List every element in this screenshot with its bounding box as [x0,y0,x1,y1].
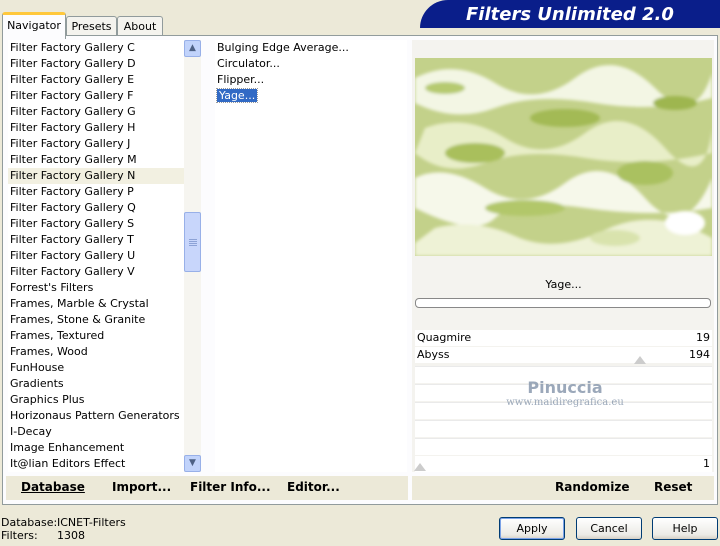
filter-item[interactable]: Yage... [215,88,407,104]
category-item[interactable]: Filter Factory Gallery Q [8,200,184,216]
database-button[interactable]: Database [21,480,85,494]
preview-image [415,58,712,256]
category-scrollbar[interactable]: ▲ ▼ [184,40,201,472]
slider-value: 19 [696,331,710,344]
slider-label: Quagmire [417,331,472,344]
category-item[interactable]: Filter Factory Gallery S [8,216,184,232]
filters-count-label: Filters: [1,529,38,542]
category-item[interactable]: It@lian Editors Effect [8,456,184,472]
category-item[interactable]: Forrest's Filters [8,280,184,296]
cancel-button[interactable]: Cancel [576,517,642,540]
tab-presets[interactable]: Presets [66,16,117,36]
watermark: Pinuccia www.maidiregrafica.eu [500,378,630,408]
filters-count-value: 1308 [57,529,85,542]
category-item[interactable]: Filter Factory Gallery E [8,72,184,88]
filter-info-button[interactable]: Filter Info... [190,480,271,494]
category-item[interactable]: Graphics Plus [8,392,184,408]
database-label: Database: [1,516,58,529]
slider-quagmire[interactable]: Quagmire 19 [415,330,712,346]
randomize-button[interactable]: Randomize [555,480,629,494]
filter-item[interactable]: Bulging Edge Average... [215,40,407,56]
category-item[interactable]: Filter Factory Gallery N [8,168,184,184]
category-item[interactable]: Filter Factory Gallery T [8,232,184,248]
slider-thumb-icon[interactable] [634,356,646,364]
category-item[interactable]: Filter Factory Gallery P [8,184,184,200]
editor-button[interactable]: Editor... [287,480,340,494]
category-item[interactable]: Image Enhancement [8,440,184,456]
watermark-line1: Pinuccia [527,378,603,397]
category-item[interactable]: Filter Factory Gallery U [8,248,184,264]
slider-empty[interactable] [415,438,712,455]
scroll-thumb[interactable] [184,212,201,272]
category-item[interactable]: Filter Factory Gallery G [8,104,184,120]
category-item[interactable]: Filter Factory Gallery H [8,120,184,136]
slider-value: 194 [689,348,710,361]
tab-about[interactable]: About [117,16,163,36]
progress-bar [415,298,711,308]
preview-filter-name: Yage... [545,278,582,291]
category-item[interactable]: Horizonaus Pattern Generators [8,408,184,424]
database-value: ICNET-Filters [57,516,126,529]
preview-texture [415,58,712,256]
category-item[interactable]: Filter Factory Gallery C [8,40,184,56]
category-list[interactable]: Filter Factory Gallery C Filter Factory G… [8,40,184,472]
category-item[interactable]: Filter Factory Gallery V [8,264,184,280]
category-item[interactable]: Filter Factory Gallery D [8,56,184,72]
category-item[interactable]: Filter Factory Gallery F [8,88,184,104]
slider-value: 1 [703,457,710,470]
watermark-line2: www.maidiregrafica.eu [506,397,624,408]
category-item[interactable]: Frames, Stone & Granite [8,312,184,328]
filter-list[interactable]: Bulging Edge Average... Circulator... Flip… [215,40,407,472]
category-item[interactable]: Frames, Textured [8,328,184,344]
category-item[interactable]: Filter Factory Gallery J [8,136,184,152]
tab-navigator[interactable]: Navigator [2,12,66,39]
category-item[interactable]: FunHouse [8,360,184,376]
category-item[interactable]: I-Decay [8,424,184,440]
slider-label: Abyss [417,348,450,361]
reset-button[interactable]: Reset [654,480,692,494]
filter-item[interactable]: Circulator... [215,56,407,72]
filter-item[interactable]: Flipper... [215,72,407,88]
apply-button[interactable]: Apply [499,517,565,540]
slider-empty[interactable] [415,420,712,437]
slider-abyss[interactable]: Abyss 194 [415,347,712,363]
scroll-up-icon[interactable]: ▲ [184,40,201,57]
import-button[interactable]: Import... [112,480,171,494]
help-button[interactable]: Help [652,517,718,540]
category-item[interactable]: Frames, Marble & Crystal [8,296,184,312]
category-item[interactable]: Filter Factory Gallery M [8,152,184,168]
slider-thumb-icon[interactable] [414,463,426,471]
scroll-down-icon[interactable]: ▼ [184,455,201,472]
category-item[interactable]: Frames, Wood [8,344,184,360]
app-title: Filters Unlimited 2.0 [466,4,674,25]
category-item[interactable]: Gradients [8,376,184,392]
slider-last[interactable]: 1 [415,456,712,472]
